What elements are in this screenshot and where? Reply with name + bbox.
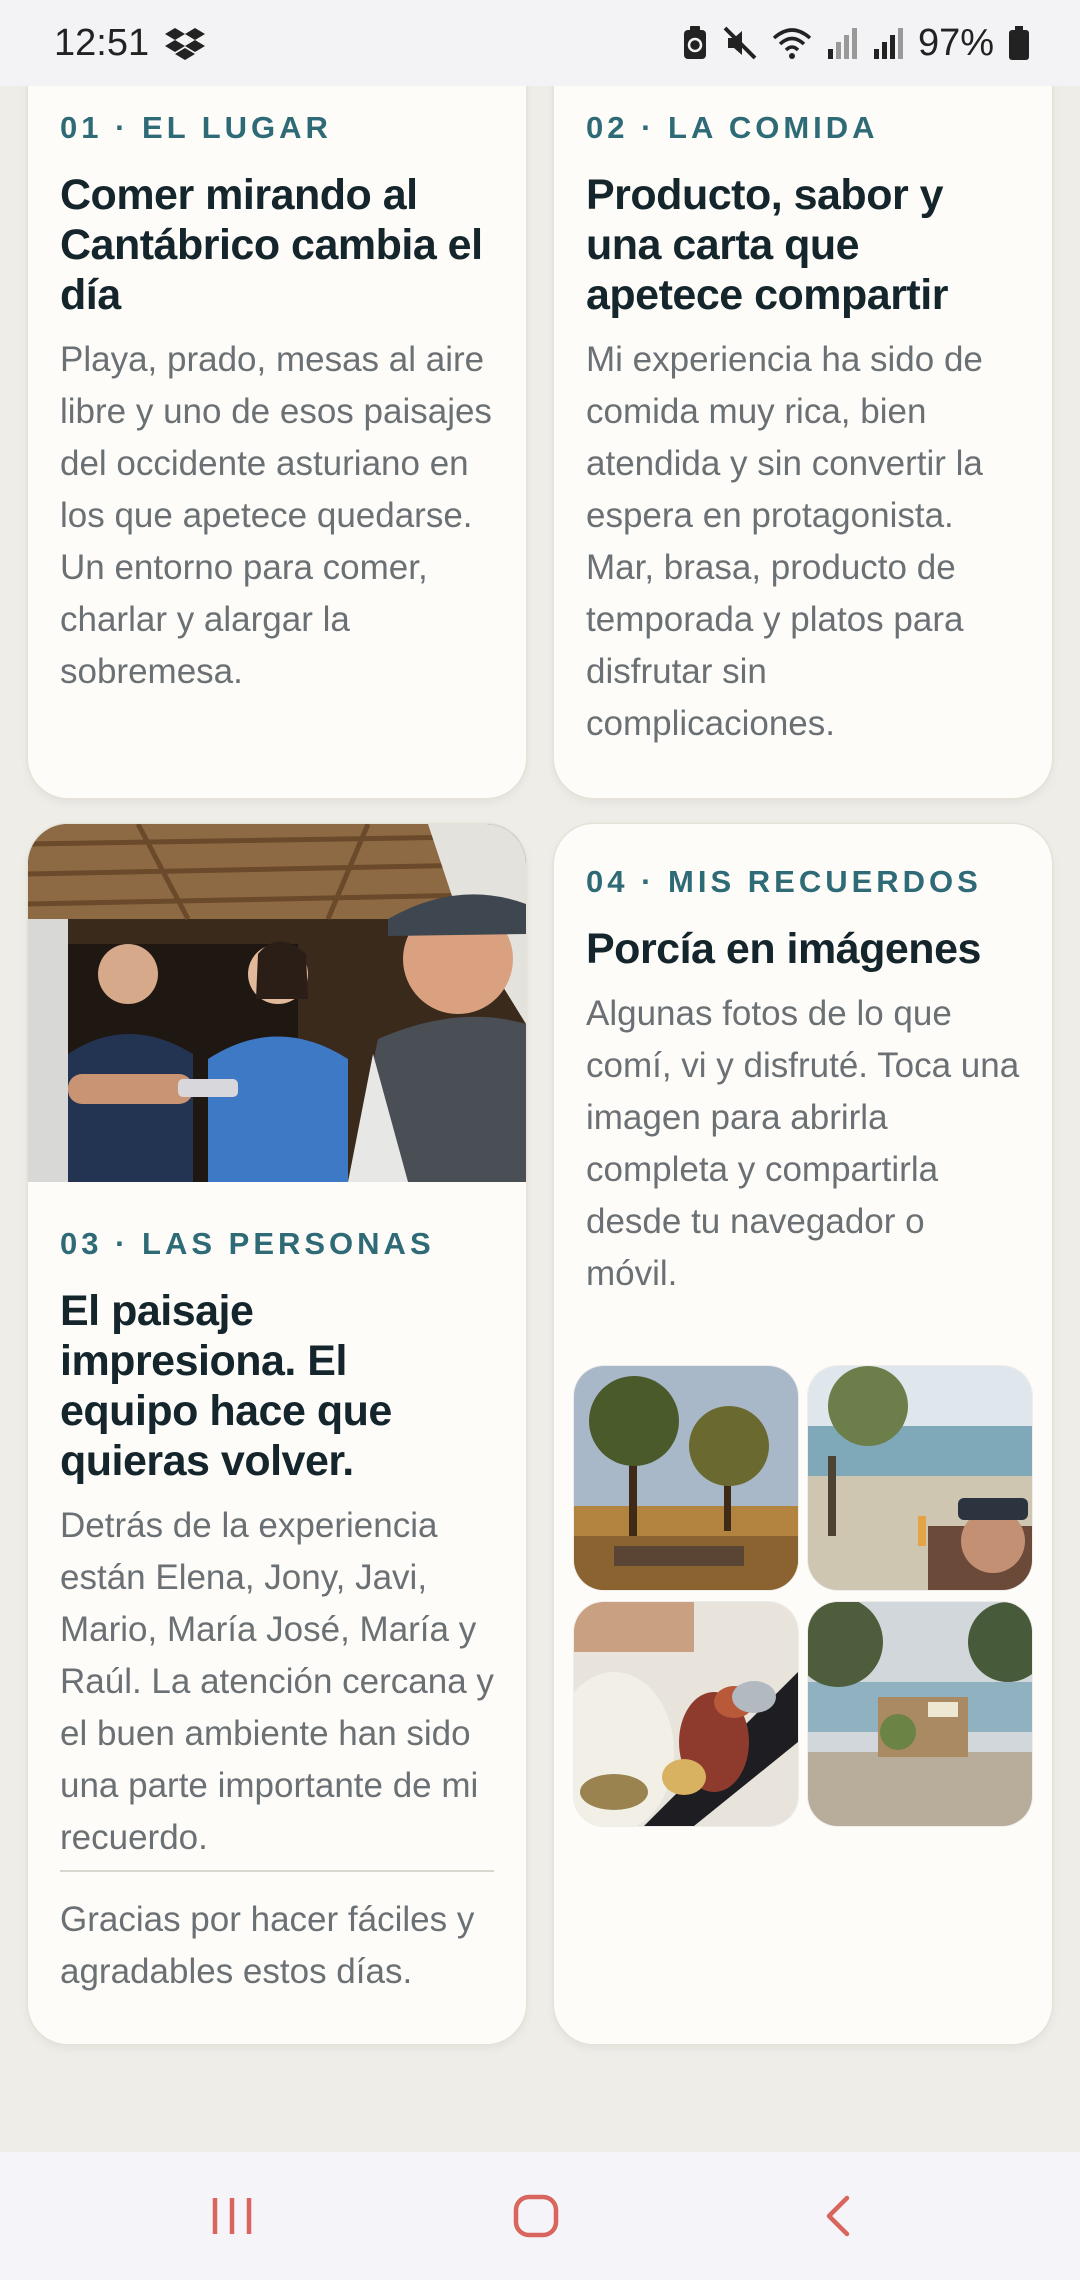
signal-icon (826, 27, 858, 59)
card-las-personas: 03 · LAS PERSONAS El paisaje impresiona.… (28, 824, 526, 2044)
back-icon[interactable] (798, 2186, 878, 2246)
wifi-icon (772, 26, 812, 60)
home-icon[interactable] (496, 2186, 576, 2246)
card-title: Porcía en imágenes (586, 925, 981, 973)
dropbox-icon (165, 26, 206, 60)
card-el-lugar: 01 · EL LUGAR Comer mirando al Cantábric… (28, 20, 526, 798)
card-title: El paisaje impresiona. El equipo hace qu… (60, 1287, 392, 1485)
card-kicker: 02 · LA COMIDA (586, 110, 879, 145)
gallery-photo-grilled-food[interactable] (574, 1602, 798, 1826)
battery-icon (1008, 26, 1030, 60)
signal-icon (872, 27, 904, 59)
card-title: Producto, sabor y una carta que apetece … (586, 171, 948, 319)
card-la-comida: 02 · LA COMIDA Producto, sabor y una car… (554, 20, 1052, 798)
card-kicker: 03 · LAS PERSONAS (60, 1226, 435, 1261)
card-body: Playa, prado, mesas al aire libre y uno … (60, 340, 492, 691)
team-photo[interactable] (28, 824, 526, 1182)
card-mis-recuerdos: 04 · MIS RECUERDOS Porcía en imágenes Al… (554, 824, 1052, 2044)
card-body: Algunas fotos de lo que comí, vi y disfr… (586, 994, 1020, 1293)
status-bar: 12:51 97% (0, 0, 1080, 86)
recent-apps-icon[interactable] (192, 2186, 272, 2246)
navigation-bar (0, 2152, 1080, 2280)
gallery-photo-beach-bar-hut[interactable] (808, 1602, 1032, 1826)
card-kicker: 04 · MIS RECUERDOS (586, 864, 982, 899)
card-body: Detrás de la experiencia están Elena, Jo… (60, 1506, 494, 1857)
battery-saver-icon (682, 25, 708, 61)
card-footer-note: Gracias por hacer fáciles y agradables e… (60, 1900, 475, 1991)
battery-percent: 97% (917, 21, 994, 64)
divider (60, 1870, 494, 1872)
gallery-photo-sea-view-terrace[interactable] (808, 1366, 1032, 1590)
card-kicker: 01 · EL LUGAR (60, 110, 332, 145)
gallery-photo-trees-sunset[interactable] (574, 1366, 798, 1590)
mute-icon (722, 25, 758, 61)
card-title: Comer mirando al Cantábrico cambia el dí… (60, 171, 483, 319)
status-time: 12:51 (54, 21, 150, 64)
card-body: Mi experiencia ha sido de comida muy ric… (586, 340, 983, 743)
